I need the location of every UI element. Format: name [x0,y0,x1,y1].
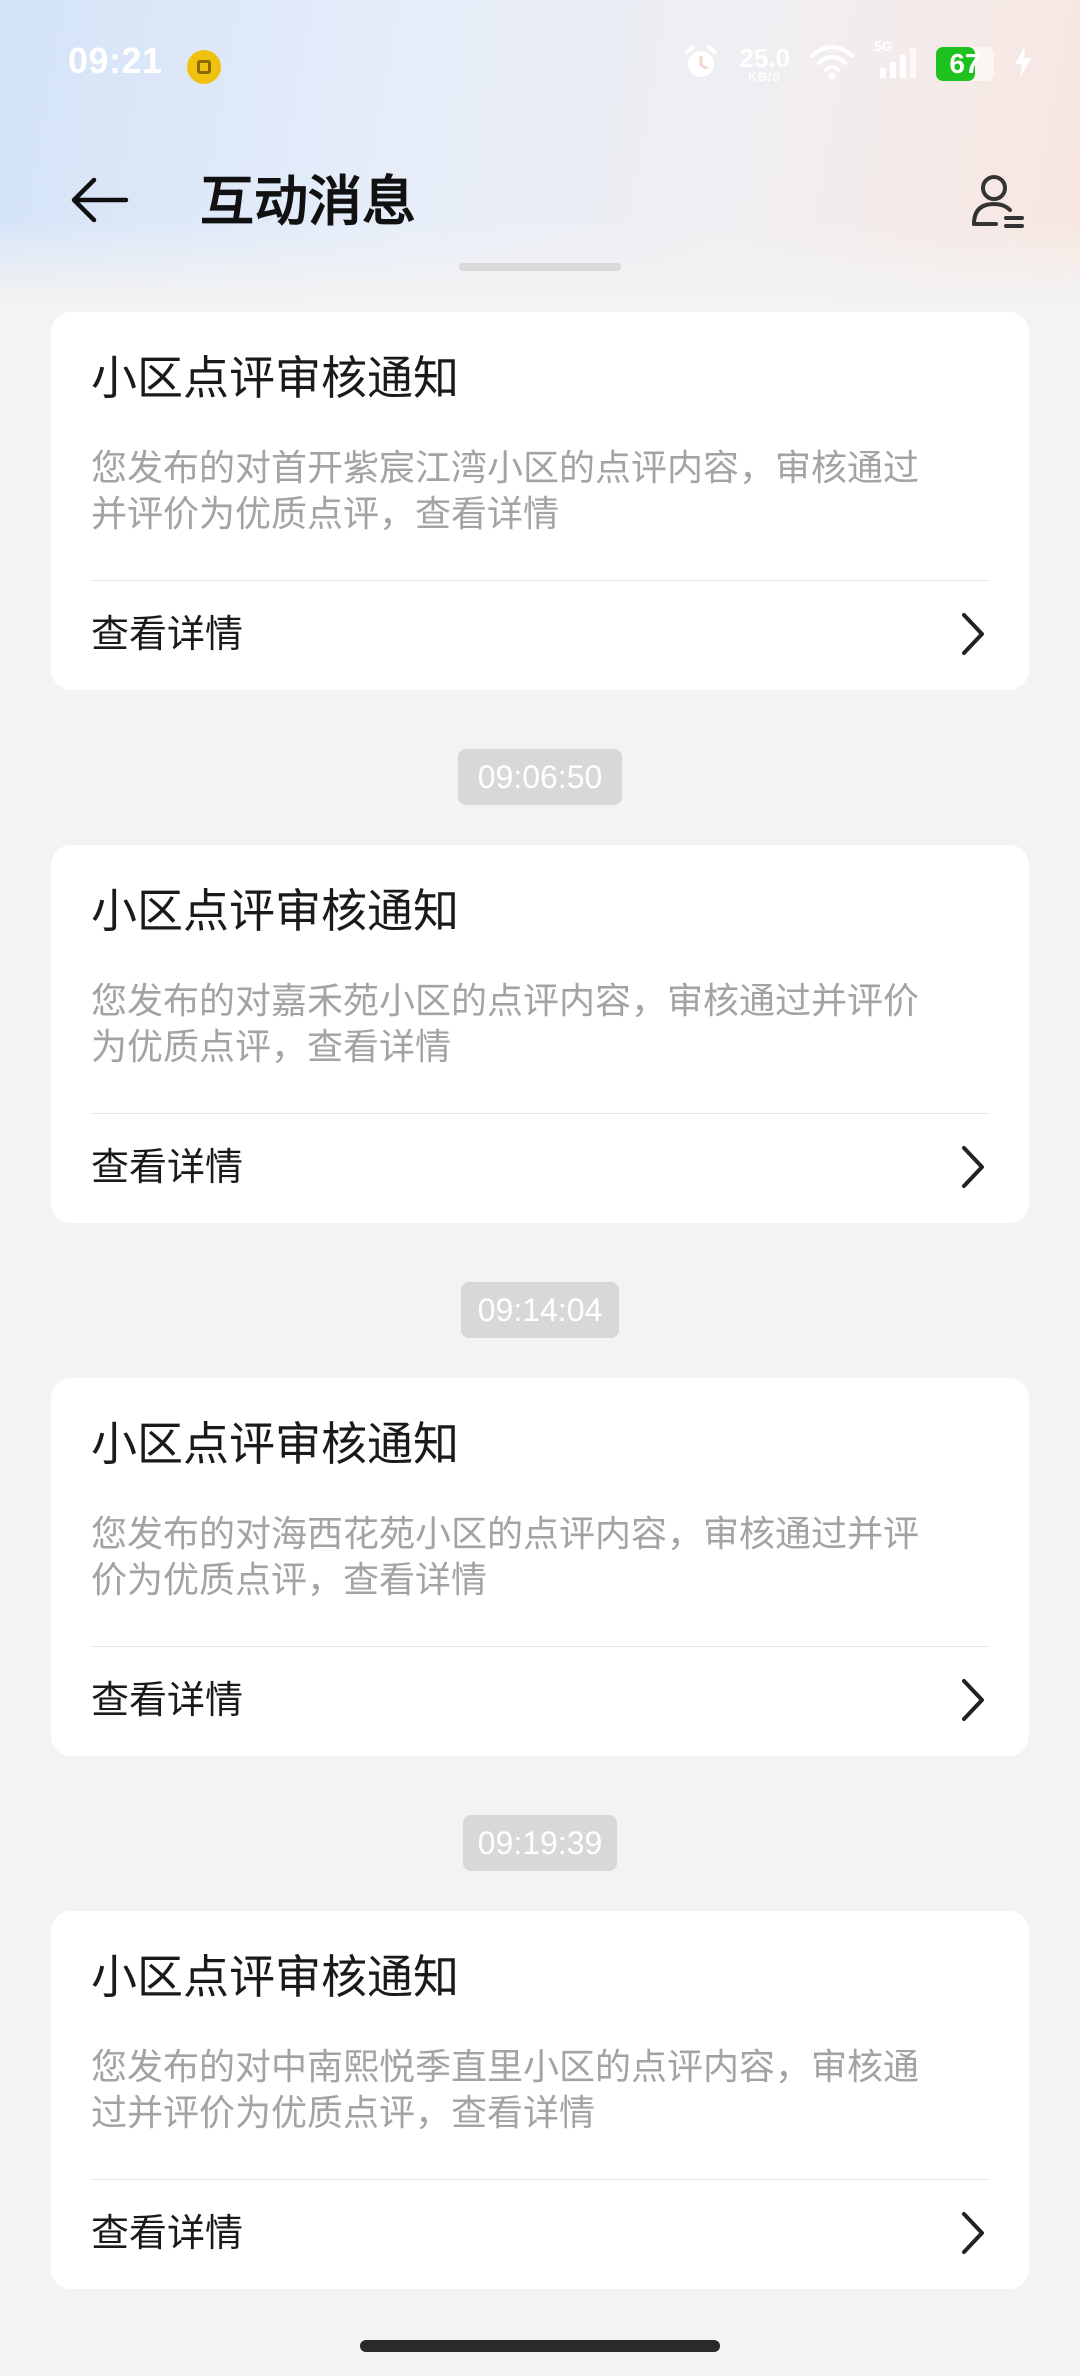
battery-percent: 67 [949,48,981,79]
chevron-right-icon [949,611,995,657]
card-description-line: 并评价为优质点评，查看详情 [91,494,560,535]
battery-icon: 67 [936,47,994,81]
charging-icon [1012,44,1034,84]
chevron-right-icon [949,1677,995,1723]
status-time: 09:21 [68,40,163,81]
pull-indicator [459,263,621,271]
card-description-line: 您发布的对嘉禾苑小区的点评内容，审核通过并评价 [91,981,920,1022]
app-bar: 互动消息 [0,150,1080,254]
card-description: 您发布的对海西花苑小区的点评内容，审核通过并评 价为优质点评，查看详情 [91,1512,991,1604]
net-speed-value: 25.0 [739,43,790,73]
card-description-line: 过并评价为优质点评，查看详情 [91,2093,596,2134]
profile-button[interactable] [956,160,1040,244]
view-details-label: 查看详情 [91,1145,244,1189]
message-card[interactable]: 小区点评审核通知 您发布的对首开紫宸江湾小区的点评内容，审核通过 并评价为优质点… [51,312,1029,690]
status-bar: 09:21 25.0 KB/S 5G 67 [0,0,1080,120]
view-details-row[interactable]: 查看详情 [51,1114,1029,1223]
back-arrow-icon [68,168,132,236]
view-details-row[interactable]: 查看详情 [51,581,1029,690]
card-description: 您发布的对首开紫宸江湾小区的点评内容，审核通过 并评价为优质点评，查看详情 [91,446,991,538]
card-description-line: 价为优质点评，查看详情 [91,1560,488,1601]
view-details-label: 查看详情 [91,2211,244,2255]
net-speed-unit: KB/S [748,70,782,84]
notification-app-icon [187,50,221,84]
alarm-icon [681,42,721,86]
screen: 09:21 25.0 KB/S 5G 67 互动消息 小区点评审核通知 您发布的… [0,0,1080,2376]
message-timestamp: 09:14:04 [461,1282,619,1338]
home-indicator[interactable] [360,2340,720,2352]
signal-label: 5G [874,38,893,54]
message-timestamp: 09:06:50 [458,749,622,805]
back-button[interactable] [58,160,142,244]
wifi-icon [808,42,856,86]
card-title: 小区点评审核通知 [91,1950,459,2004]
message-card[interactable]: 小区点评审核通知 您发布的对嘉禾苑小区的点评内容，审核通过并评价 为优质点评，查… [51,845,1029,1223]
net-speed: 25.0 KB/S [739,45,790,83]
card-description-line: 您发布的对海西花苑小区的点评内容，审核通过并评 [91,1514,920,1555]
status-icons: 25.0 KB/S 5G 67 [681,36,1034,92]
card-description-line: 您发布的对首开紫宸江湾小区的点评内容，审核通过 [91,448,920,489]
view-details-row[interactable]: 查看详情 [51,1647,1029,1756]
message-card[interactable]: 小区点评审核通知 您发布的对中南熙悦季直里小区的点评内容，审核通 过并评价为优质… [51,1911,1029,2289]
card-title: 小区点评审核通知 [91,884,459,938]
view-details-label: 查看详情 [91,612,244,656]
card-description: 您发布的对嘉禾苑小区的点评内容，审核通过并评价 为优质点评，查看详情 [91,979,991,1071]
card-description-line: 您发布的对中南熙悦季直里小区的点评内容，审核通 [91,2047,920,2088]
card-description: 您发布的对中南熙悦季直里小区的点评内容，审核通 过并评价为优质点评，查看详情 [91,2045,991,2137]
message-card[interactable]: 小区点评审核通知 您发布的对海西花苑小区的点评内容，审核通过并评 价为优质点评，… [51,1378,1029,1756]
card-description-line: 为优质点评，查看详情 [91,1027,452,1068]
chevron-right-icon [949,2210,995,2256]
view-details-row[interactable]: 查看详情 [51,2180,1029,2289]
page-title: 互动消息 [200,170,416,233]
chevron-right-icon [949,1144,995,1190]
card-title: 小区点评审核通知 [91,1417,459,1471]
message-timestamp: 09:19:39 [463,1815,617,1871]
view-details-label: 查看详情 [91,1678,244,1722]
card-title: 小区点评审核通知 [91,351,459,405]
signal-icon: 5G [874,38,918,86]
user-settings-icon [966,168,1030,236]
